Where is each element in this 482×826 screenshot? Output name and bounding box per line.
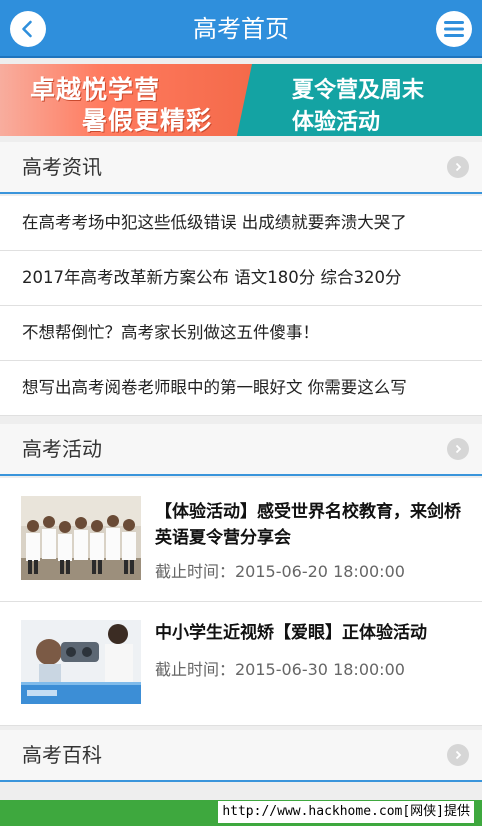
chevron-right-icon[interactable] bbox=[447, 438, 469, 460]
news-section-title: 高考资讯 bbox=[22, 155, 102, 179]
news-item[interactable]: 2017年高考改革新方案公布 语文180分 综合320分 bbox=[0, 251, 482, 306]
activity-item[interactable]: 中小学生近视矫【爱眼】正体验活动 截止时间：2015-06-30 18:00:0… bbox=[0, 602, 482, 726]
news-section-header[interactable]: 高考资讯 bbox=[0, 142, 482, 194]
activity-list: 【体验活动】感受世界名校教育，来剑桥英语夏令营分享会 截止时间：2015-06-… bbox=[0, 478, 482, 726]
activities-section-title: 高考活动 bbox=[22, 437, 102, 461]
news-list: 在高考考场中犯这些低级错误 出成绩就要奔溃大哭了 2017年高考改革新方案公布 … bbox=[0, 196, 482, 416]
activities-section-header[interactable]: 高考活动 bbox=[0, 424, 482, 476]
activity-title: 【体验活动】感受世界名校教育，来剑桥英语夏令营分享会 bbox=[155, 502, 461, 548]
encyclopedia-section-title: 高考百科 bbox=[22, 743, 102, 767]
promo-banner[interactable]: 卓越悦学营 暑假更精彩 夏令营及周末 体验活动 bbox=[0, 64, 482, 136]
news-item[interactable]: 不想帮倒忙？高考家长别做这五件傻事！ bbox=[0, 306, 482, 361]
banner-subline-2: 体验活动 bbox=[292, 110, 381, 135]
news-item[interactable]: 想写出高考阅卷老师眼中的第一眼好文 你需要这么写 bbox=[0, 361, 482, 416]
group-photo-image bbox=[21, 496, 141, 580]
hamburger-menu-icon bbox=[444, 21, 464, 37]
activity-title: 中小学生近视矫【爱眼】正体验活动 bbox=[155, 623, 427, 643]
banner-subline-1: 夏令营及周末 bbox=[292, 78, 425, 103]
menu-button[interactable] bbox=[436, 11, 472, 47]
eye-exam-image bbox=[21, 620, 141, 704]
chevron-right-icon[interactable] bbox=[447, 156, 469, 178]
source-watermark: http://www.hackhome.com[网侠]提供 bbox=[218, 801, 474, 823]
chevron-right-icon[interactable] bbox=[447, 744, 469, 766]
page-title: 高考首页 bbox=[193, 15, 289, 43]
news-item[interactable]: 在高考考场中犯这些低级错误 出成绩就要奔溃大哭了 bbox=[0, 196, 482, 251]
activity-deadline: 截止时间：2015-06-20 18:00:00 bbox=[155, 562, 405, 581]
banner-headline-2: 暑假更精彩 bbox=[82, 106, 213, 135]
encyclopedia-section-header[interactable]: 高考百科 bbox=[0, 730, 482, 782]
top-nav-bar: 高考首页 bbox=[0, 0, 482, 58]
activity-deadline: 截止时间：2015-06-30 18:00:00 bbox=[155, 660, 405, 679]
activity-item[interactable]: 【体验活动】感受世界名校教育，来剑桥英语夏令营分享会 截止时间：2015-06-… bbox=[0, 478, 482, 602]
